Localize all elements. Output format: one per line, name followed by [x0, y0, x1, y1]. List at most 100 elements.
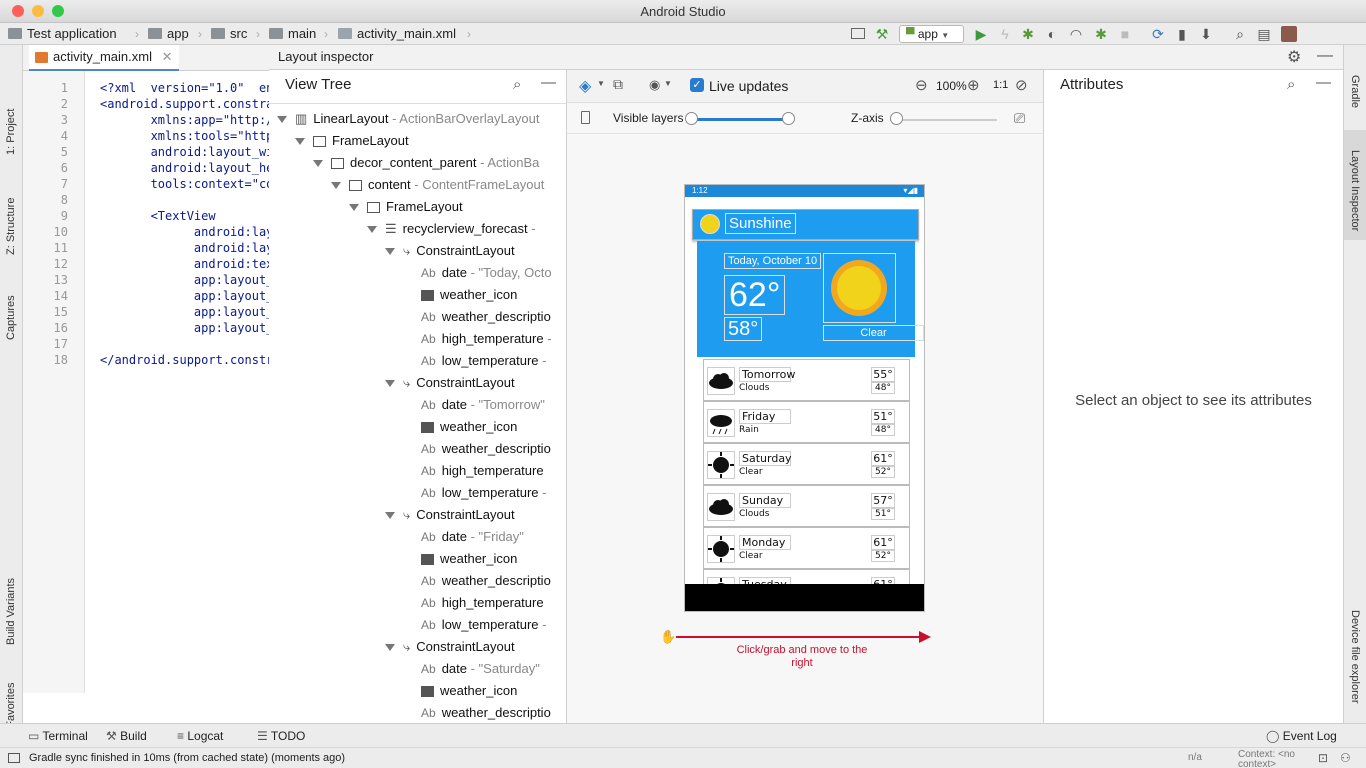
forecast-row[interactable]: Saturday Clear 61° 52°	[703, 443, 910, 485]
event-log-button[interactable]: ◯ Event Log	[1266, 729, 1337, 743]
search-icon[interactable]: ⌕	[1287, 76, 1295, 93]
z-axis-handle[interactable]	[890, 112, 903, 125]
layers-icon[interactable]: ◈	[579, 76, 591, 96]
tree-node[interactable]: weather_icon	[403, 416, 517, 438]
tool-window-device-file-explorer[interactable]: Device file explorer	[1349, 610, 1361, 704]
tree-node[interactable]: ▥ LinearLayout - ActionBarOverlayLayout	[277, 108, 540, 130]
tree-node[interactable]: content - ContentFrameLayout	[331, 174, 544, 196]
search-icon[interactable]: ⌕	[1232, 26, 1248, 42]
minimize-icon[interactable]: —	[1317, 47, 1333, 65]
actual-size-button[interactable]: 1:1	[993, 79, 1008, 91]
inspector-icon[interactable]: ⚇	[1340, 751, 1351, 765]
device-screenshot[interactable]: 1:12 ▾◢▮ Sunshine Today, October 10 62° 5…	[684, 184, 925, 612]
tree-node[interactable]: Ab weather_descriptio	[403, 306, 551, 328]
visible-layers-slider[interactable]	[691, 118, 789, 121]
expand-triangle-icon[interactable]	[367, 226, 377, 234]
tool-window-build-variants[interactable]: Build Variants	[5, 578, 17, 645]
tree-node[interactable]: Ab low_temperature -	[403, 482, 546, 504]
project-structure-icon[interactable]: ▤	[1256, 26, 1272, 42]
tree-node[interactable]: ⤷ ConstraintLayout	[385, 636, 515, 658]
live-updates-checkbox[interactable]: ✓	[690, 78, 704, 92]
chevron-down-icon[interactable]: ▼	[597, 79, 605, 88]
tree-node[interactable]: ☰ recyclerview_forecast -	[367, 218, 536, 240]
avd-manager-icon[interactable]: ▮	[1174, 26, 1190, 42]
visible-layers-max-handle[interactable]	[782, 112, 795, 125]
tree-node[interactable]: Ab low_temperature -	[403, 614, 546, 636]
apply-changes-icon[interactable]: ϟ	[997, 26, 1013, 42]
expand-triangle-icon[interactable]	[349, 204, 359, 212]
tree-node[interactable]: Ab date - "Saturday"	[403, 658, 540, 680]
collapse-icon[interactable]: —	[1316, 74, 1331, 91]
expand-triangle-icon[interactable]	[385, 512, 395, 520]
forecast-row[interactable]: Tomorrow Clouds 55° 48°	[703, 359, 910, 401]
breadcrumb-app[interactable]: app	[148, 26, 189, 41]
tree-node[interactable]: Ab high_temperature	[403, 460, 544, 482]
panel-toggle-icon[interactable]	[8, 753, 20, 763]
zoom-in-icon[interactable]: ⊕	[967, 76, 980, 94]
tree-node[interactable]: ⤷ ConstraintLayout	[385, 372, 515, 394]
tree-node[interactable]: weather_icon	[403, 680, 517, 702]
tool-window-gradle[interactable]: Gradle	[1349, 75, 1361, 108]
tree-node[interactable]: Ab date - "Today, Octo	[403, 262, 552, 284]
tree-node[interactable]: Ab high_temperature -	[403, 328, 552, 350]
tree-node[interactable]: ⤷ ConstraintLayout	[385, 240, 515, 262]
rotate-icon[interactable]: ⎚	[1014, 110, 1025, 127]
tool-window-structure[interactable]: Z: Structure	[5, 198, 17, 255]
tree-node[interactable]: Ab date - "Tomorrow"	[403, 394, 545, 416]
z-axis-slider[interactable]	[897, 119, 997, 121]
code-area[interactable]: <?xml version="1.0" enc <android.support.…	[85, 71, 269, 693]
sdk-manager-icon[interactable]: ⬇	[1198, 26, 1214, 42]
editor-tab[interactable]: activity_main.xml ✕	[29, 45, 179, 71]
avatar[interactable]	[1281, 26, 1297, 42]
tool-window-layout-inspector[interactable]: Layout Inspector	[1349, 150, 1361, 231]
sync-icon[interactable]: ⟳	[1150, 26, 1166, 42]
breadcrumb-project[interactable]: Test application	[8, 26, 117, 41]
tree-node[interactable]: decor_content_parent - ActionBa	[313, 152, 539, 174]
eye-icon[interactable]: ◉	[649, 77, 660, 93]
close-tab-icon[interactable]: ✕	[162, 49, 173, 64]
expand-triangle-icon[interactable]	[331, 182, 341, 190]
tree-node[interactable]: Ab date - "Friday"	[403, 526, 524, 548]
layout-icon[interactable]	[851, 28, 865, 39]
expand-triangle-icon[interactable]	[313, 160, 323, 168]
tree-node[interactable]: Ab weather_descriptio	[403, 570, 551, 592]
load-overlay-icon[interactable]: ⧉	[613, 76, 623, 93]
forecast-row[interactable]: Monday Clear 61° 52°	[703, 527, 910, 569]
tab-todo[interactable]: ☰ TODO	[257, 729, 305, 743]
coverage-icon[interactable]: ◐	[1044, 26, 1060, 42]
profile-icon[interactable]: ◠	[1068, 26, 1084, 42]
lock-icon[interactable]: ⊡	[1318, 751, 1328, 765]
breadcrumb-file[interactable]: activity_main.xml	[338, 26, 456, 41]
tree-node[interactable]: FrameLayout	[349, 196, 463, 218]
visible-layers-min-handle[interactable]	[685, 112, 698, 125]
expand-triangle-icon[interactable]	[295, 138, 305, 146]
device-icon[interactable]	[581, 111, 590, 124]
expand-triangle-icon[interactable]	[385, 644, 395, 652]
tool-window-project[interactable]: 1: Project	[5, 109, 17, 155]
gear-icon[interactable]: ⚙	[1287, 47, 1301, 67]
tab-terminal[interactable]: ▭ Terminal	[28, 729, 88, 743]
debug-icon[interactable]: ✱	[1020, 26, 1036, 42]
tree-node[interactable]: weather_icon	[403, 284, 517, 306]
tool-window-captures[interactable]: Captures	[5, 295, 17, 340]
run-icon[interactable]: ▶	[973, 26, 989, 42]
hammer-icon[interactable]: ⚒	[874, 26, 890, 42]
tab-logcat[interactable]: ≡ Logcat	[177, 729, 223, 743]
collapse-icon[interactable]: —	[541, 74, 556, 91]
forecast-row[interactable]: Friday Rain 51° 48°	[703, 401, 910, 443]
expand-triangle-icon[interactable]	[385, 380, 395, 388]
tree-node[interactable]: Ab high_temperature	[403, 592, 544, 614]
zoom-out-icon[interactable]: ⊖	[915, 76, 928, 94]
tree-node[interactable]: weather_icon	[403, 548, 517, 570]
tree-node[interactable]: Ab weather_descriptio	[403, 702, 551, 723]
run-config-select[interactable]: ▀ app ▼	[899, 25, 964, 43]
expand-triangle-icon[interactable]	[277, 116, 287, 124]
expand-triangle-icon[interactable]	[385, 248, 395, 256]
tree-node[interactable]: FrameLayout	[295, 130, 409, 152]
tree-node[interactable]: ⤷ ConstraintLayout	[385, 504, 515, 526]
breadcrumb-src[interactable]: src	[211, 26, 247, 41]
fit-screen-icon[interactable]: ⊘	[1015, 76, 1028, 94]
forecast-row[interactable]: Sunday Clouds 57° 51°	[703, 485, 910, 527]
stop-icon[interactable]: ■	[1117, 26, 1133, 42]
chevron-down-icon[interactable]: ▼	[664, 79, 672, 88]
